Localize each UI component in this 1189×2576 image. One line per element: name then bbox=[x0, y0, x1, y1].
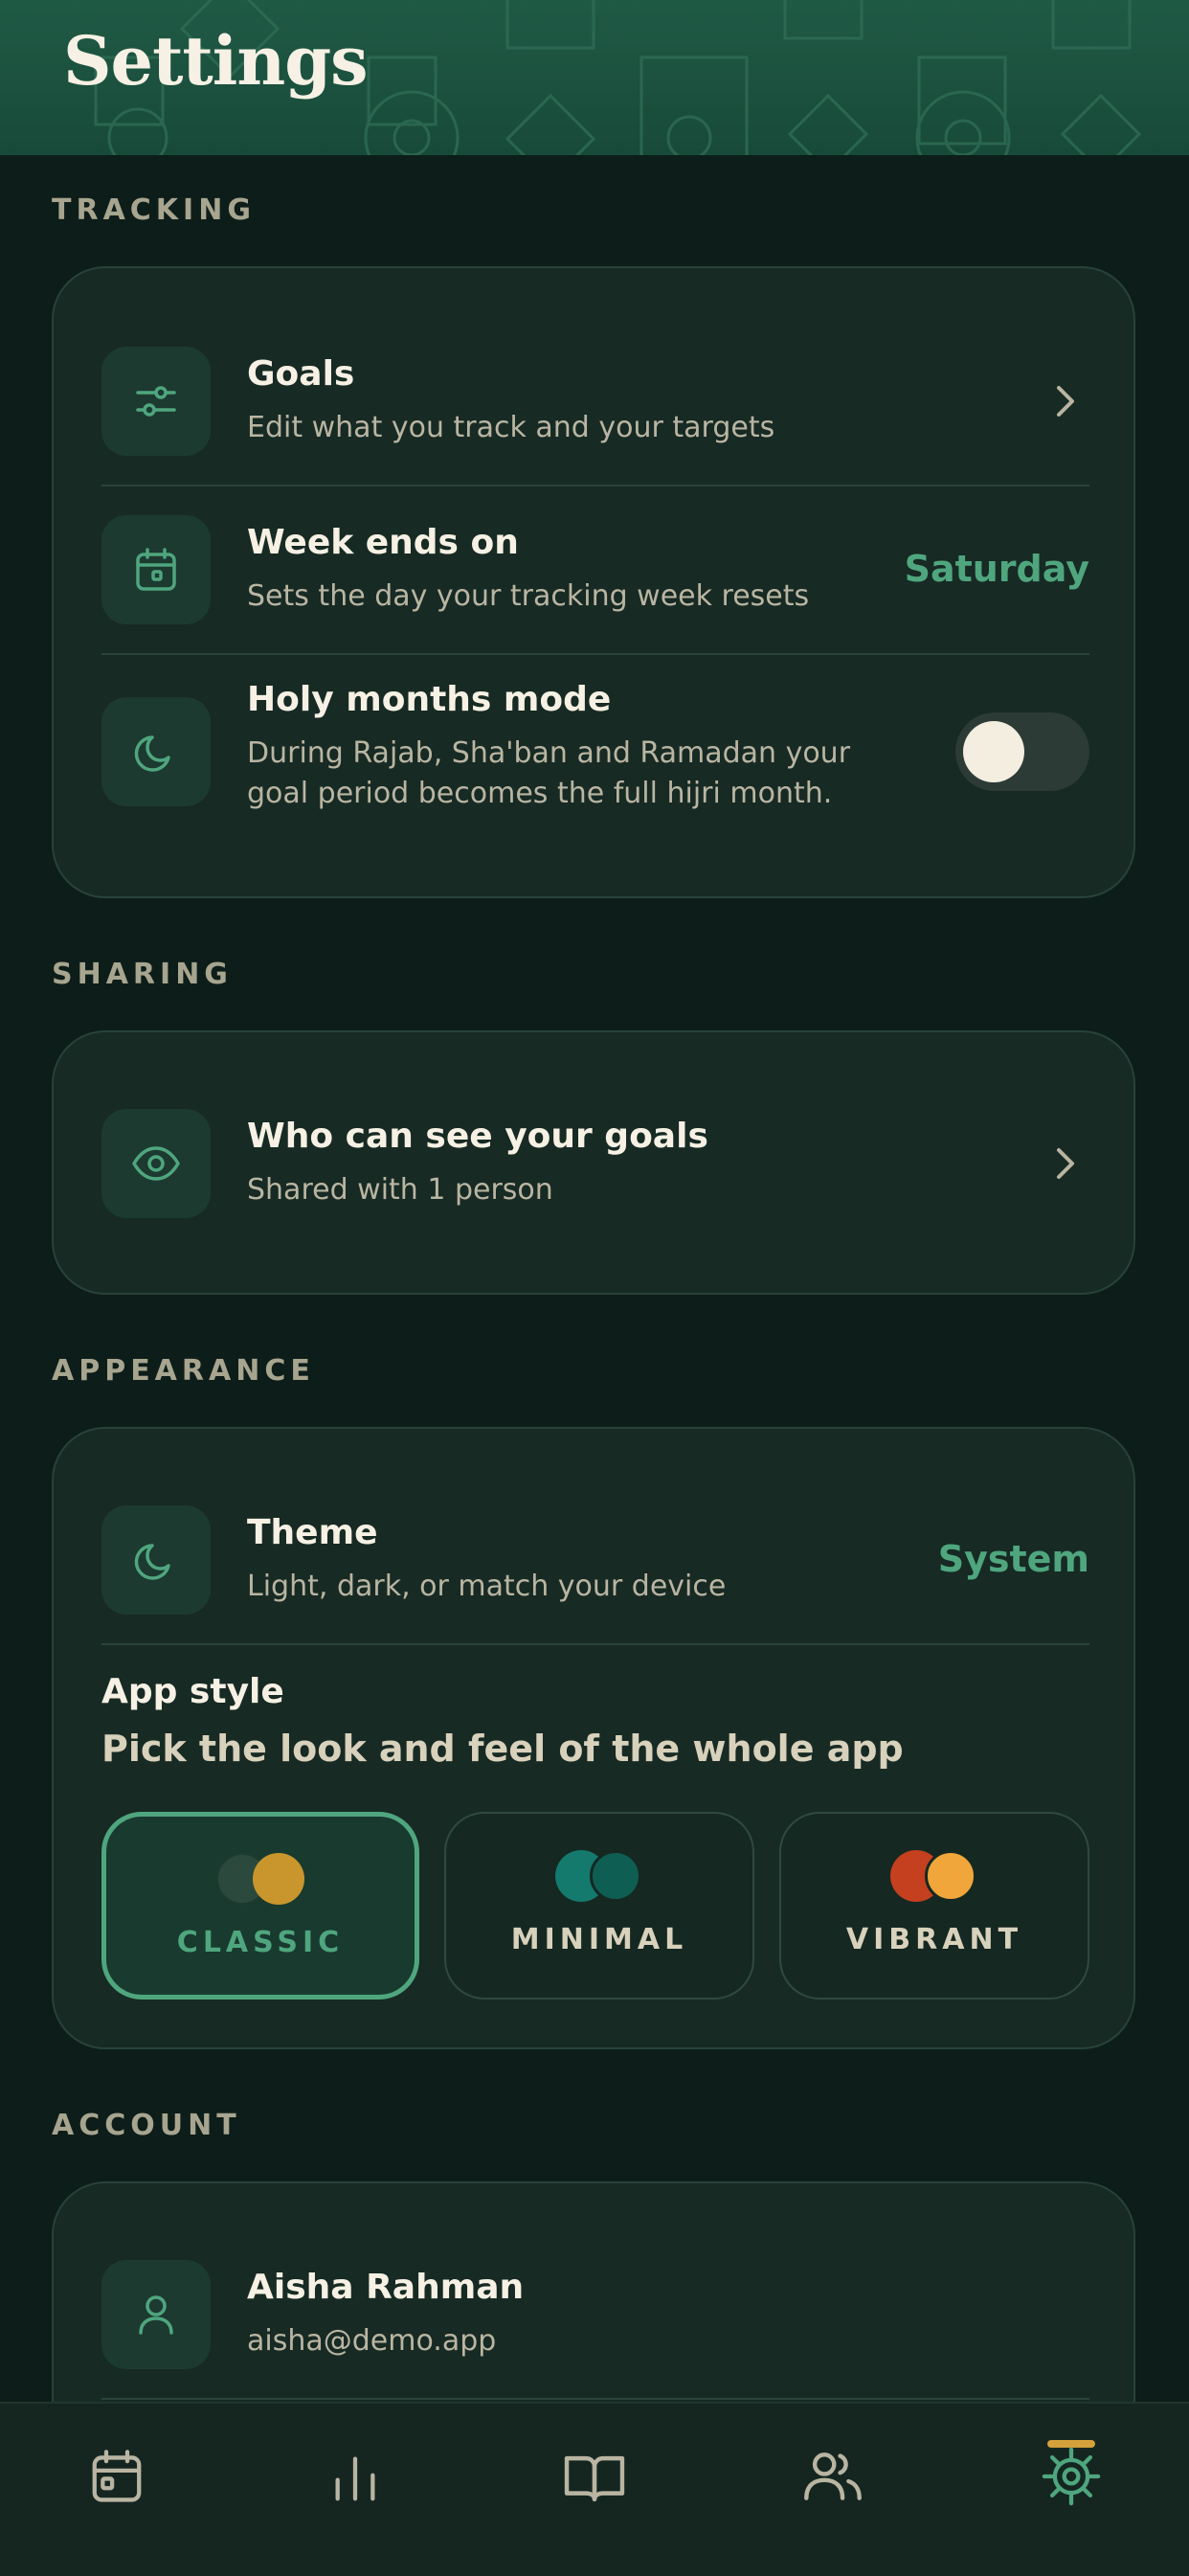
swatch-gold bbox=[253, 1853, 304, 1905]
week-ends-subtitle: Sets the day your tracking week resets bbox=[247, 579, 810, 613]
account-email: aisha@demo.app bbox=[247, 2324, 497, 2358]
stats-icon bbox=[335, 2456, 375, 2501]
style-option-classic[interactable]: CLASSIC bbox=[101, 1812, 419, 2000]
chevron-right-icon bbox=[1057, 386, 1074, 417]
calendar-icon bbox=[101, 515, 211, 624]
divider bbox=[101, 2398, 1089, 2400]
appearance-card: Theme Light, dark, or match your device … bbox=[52, 1427, 1135, 2049]
holy-months-row: Holy months mode During Rajab, Sha'ban a… bbox=[101, 680, 1089, 852]
app-style-title: App style bbox=[101, 1672, 284, 1711]
holy-months-toggle[interactable] bbox=[955, 712, 1089, 791]
style-option-label: MINIMAL bbox=[510, 1923, 688, 1956]
color-swatches bbox=[216, 1853, 304, 1907]
moon-icon bbox=[101, 1505, 211, 1615]
theme-title: Theme bbox=[247, 1513, 378, 1552]
style-option-minimal[interactable]: MINIMAL bbox=[444, 1812, 754, 2000]
holy-months-subtitle-line2: goal period becomes the full hijri month… bbox=[247, 777, 833, 810]
theme-value[interactable]: System bbox=[938, 1538, 1089, 1580]
people-icon bbox=[804, 2452, 862, 2500]
book-icon bbox=[564, 2455, 625, 2502]
swatch-dark-teal bbox=[590, 1850, 641, 1902]
divider bbox=[101, 1643, 1089, 1645]
tab-people[interactable] bbox=[795, 2438, 871, 2515]
account-name: Aisha Rahman bbox=[247, 2268, 525, 2307]
eye-icon bbox=[101, 1109, 211, 1218]
week-ends-row[interactable]: Week ends on Sets the day your tracking … bbox=[101, 515, 1089, 624]
swatch-orange bbox=[925, 1850, 976, 1902]
user-icon bbox=[101, 2260, 211, 2369]
tab-calendar[interactable] bbox=[79, 2438, 155, 2515]
section-label-sharing: SHARING bbox=[52, 958, 233, 991]
style-option-label: CLASSIC bbox=[176, 1926, 345, 1959]
section-label-appearance: APPEARANCE bbox=[52, 1354, 315, 1388]
header-banner: Settings bbox=[0, 0, 1189, 155]
theme-row[interactable]: Theme Light, dark, or match your device … bbox=[101, 1505, 1089, 1615]
bottom-tab-bar bbox=[0, 2402, 1189, 2576]
holy-months-subtitle-line1: During Rajab, Sha'ban and Ramadan your bbox=[247, 736, 851, 770]
week-ends-value[interactable]: Saturday bbox=[905, 548, 1089, 590]
goals-title: Goals bbox=[247, 354, 355, 394]
divider bbox=[101, 485, 1089, 486]
moon-icon bbox=[101, 697, 211, 806]
style-option-label: VIBRANT bbox=[845, 1923, 1023, 1956]
section-label-tracking: TRACKING bbox=[52, 193, 256, 227]
settings-icon bbox=[1042, 2447, 1101, 2506]
tab-settings[interactable] bbox=[1033, 2438, 1110, 2515]
toggle-knob bbox=[963, 721, 1024, 782]
holy-months-title: Holy months mode bbox=[247, 680, 612, 719]
sharing-card: Who can see your goals Shared with 1 per… bbox=[52, 1030, 1135, 1295]
color-swatches bbox=[555, 1850, 643, 1904]
who-can-see-subtitle: Shared with 1 person bbox=[247, 1173, 553, 1207]
tab-stats[interactable] bbox=[317, 2438, 393, 2515]
color-swatches bbox=[890, 1850, 978, 1904]
style-option-vibrant[interactable]: VIBRANT bbox=[779, 1812, 1089, 2000]
who-can-see-title: Who can see your goals bbox=[247, 1117, 708, 1156]
goals-subtitle: Edit what you track and your targets bbox=[247, 411, 775, 444]
chevron-right-icon bbox=[1057, 1148, 1074, 1179]
theme-subtitle: Light, dark, or match your device bbox=[247, 1570, 727, 1603]
page-title: Settings bbox=[63, 21, 369, 101]
app-style-subtitle: Pick the look and feel of the whole app bbox=[101, 1728, 904, 1770]
section-label-account: ACCOUNT bbox=[52, 2109, 241, 2142]
calendar-icon bbox=[92, 2450, 142, 2502]
sliders-icon bbox=[101, 347, 211, 456]
week-ends-title: Week ends on bbox=[247, 523, 519, 562]
goals-row[interactable]: Goals Edit what you track and your targe… bbox=[101, 347, 1089, 456]
tracking-card: Goals Edit what you track and your targe… bbox=[52, 266, 1135, 898]
tab-library[interactable] bbox=[556, 2438, 633, 2515]
account-user-row[interactable]: Aisha Rahman aisha@demo.app bbox=[101, 2260, 1089, 2369]
divider bbox=[101, 653, 1089, 655]
who-can-see-row[interactable]: Who can see your goals Shared with 1 per… bbox=[101, 1109, 1089, 1218]
